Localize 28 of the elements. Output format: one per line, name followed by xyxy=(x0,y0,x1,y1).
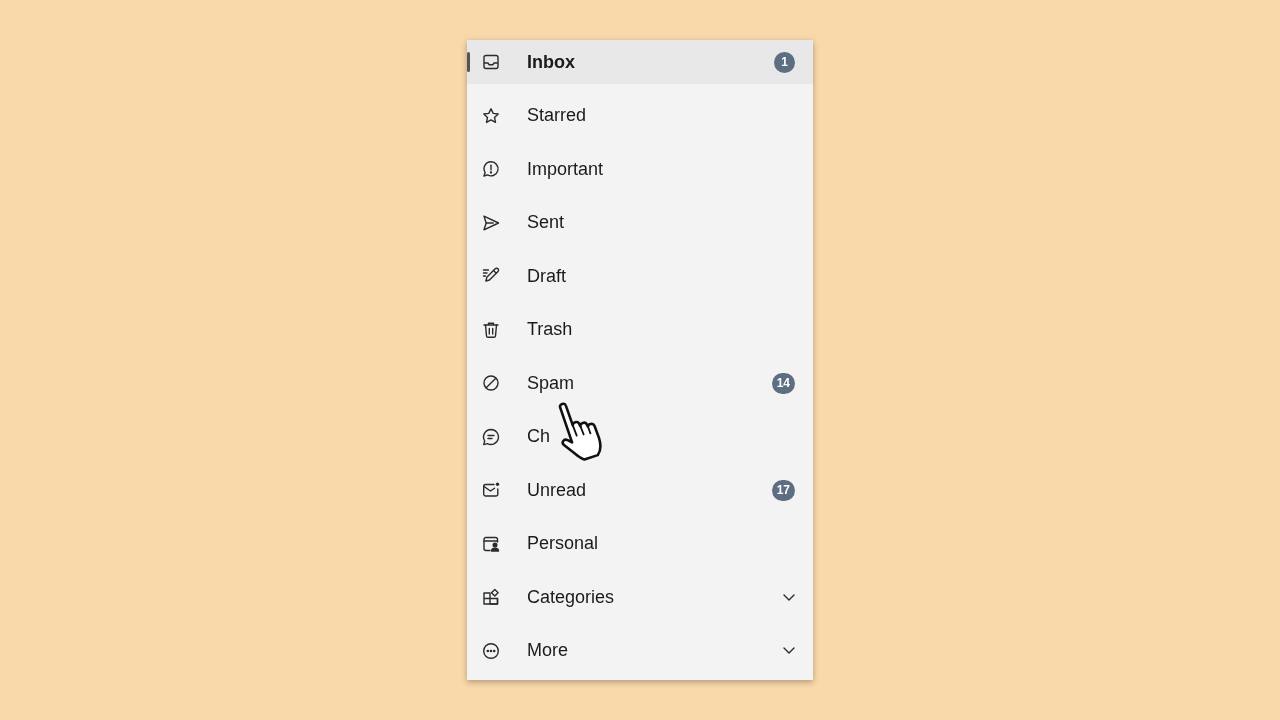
ellipsis-circle-icon xyxy=(482,641,500,660)
sidebar-item[interactable]: Important xyxy=(467,147,813,191)
sidebar-item[interactable]: Ch xyxy=(467,414,813,459)
sidebar-item[interactable]: Starred xyxy=(467,93,813,138)
selection-bar xyxy=(467,52,470,72)
count-badge: 17 xyxy=(771,479,795,501)
sidebar-item[interactable]: Sent xyxy=(467,200,813,245)
sidebar-item[interactable]: More xyxy=(467,628,813,673)
sidebar-item[interactable]: Spam 14 xyxy=(467,361,813,405)
folder-person-icon xyxy=(482,534,500,553)
chat-bubble-icon xyxy=(482,427,500,446)
prohibited-icon xyxy=(482,374,500,392)
speech-bubble-exclamation-icon xyxy=(482,160,500,178)
sidebar-item[interactable]: Trash xyxy=(467,307,813,352)
envelope-dot-icon xyxy=(482,481,500,499)
count-badge: 14 xyxy=(771,372,795,394)
sidebar-item[interactable]: Personal xyxy=(467,521,813,566)
sidebar-item[interactable]: Categories xyxy=(467,575,813,619)
sidebar-item[interactable]: Unread 17 xyxy=(467,468,813,512)
trash-icon xyxy=(482,320,500,339)
pencil-icon xyxy=(482,267,500,285)
star-icon xyxy=(482,106,500,125)
sidebar-item[interactable]: Draft xyxy=(467,254,813,298)
grid-shapes-icon xyxy=(482,588,500,606)
inbox-tray-icon xyxy=(482,53,500,71)
sidebar-item[interactable]: Inbox 1 xyxy=(467,40,813,84)
send-icon xyxy=(482,213,500,232)
count-badge: 1 xyxy=(774,51,795,73)
